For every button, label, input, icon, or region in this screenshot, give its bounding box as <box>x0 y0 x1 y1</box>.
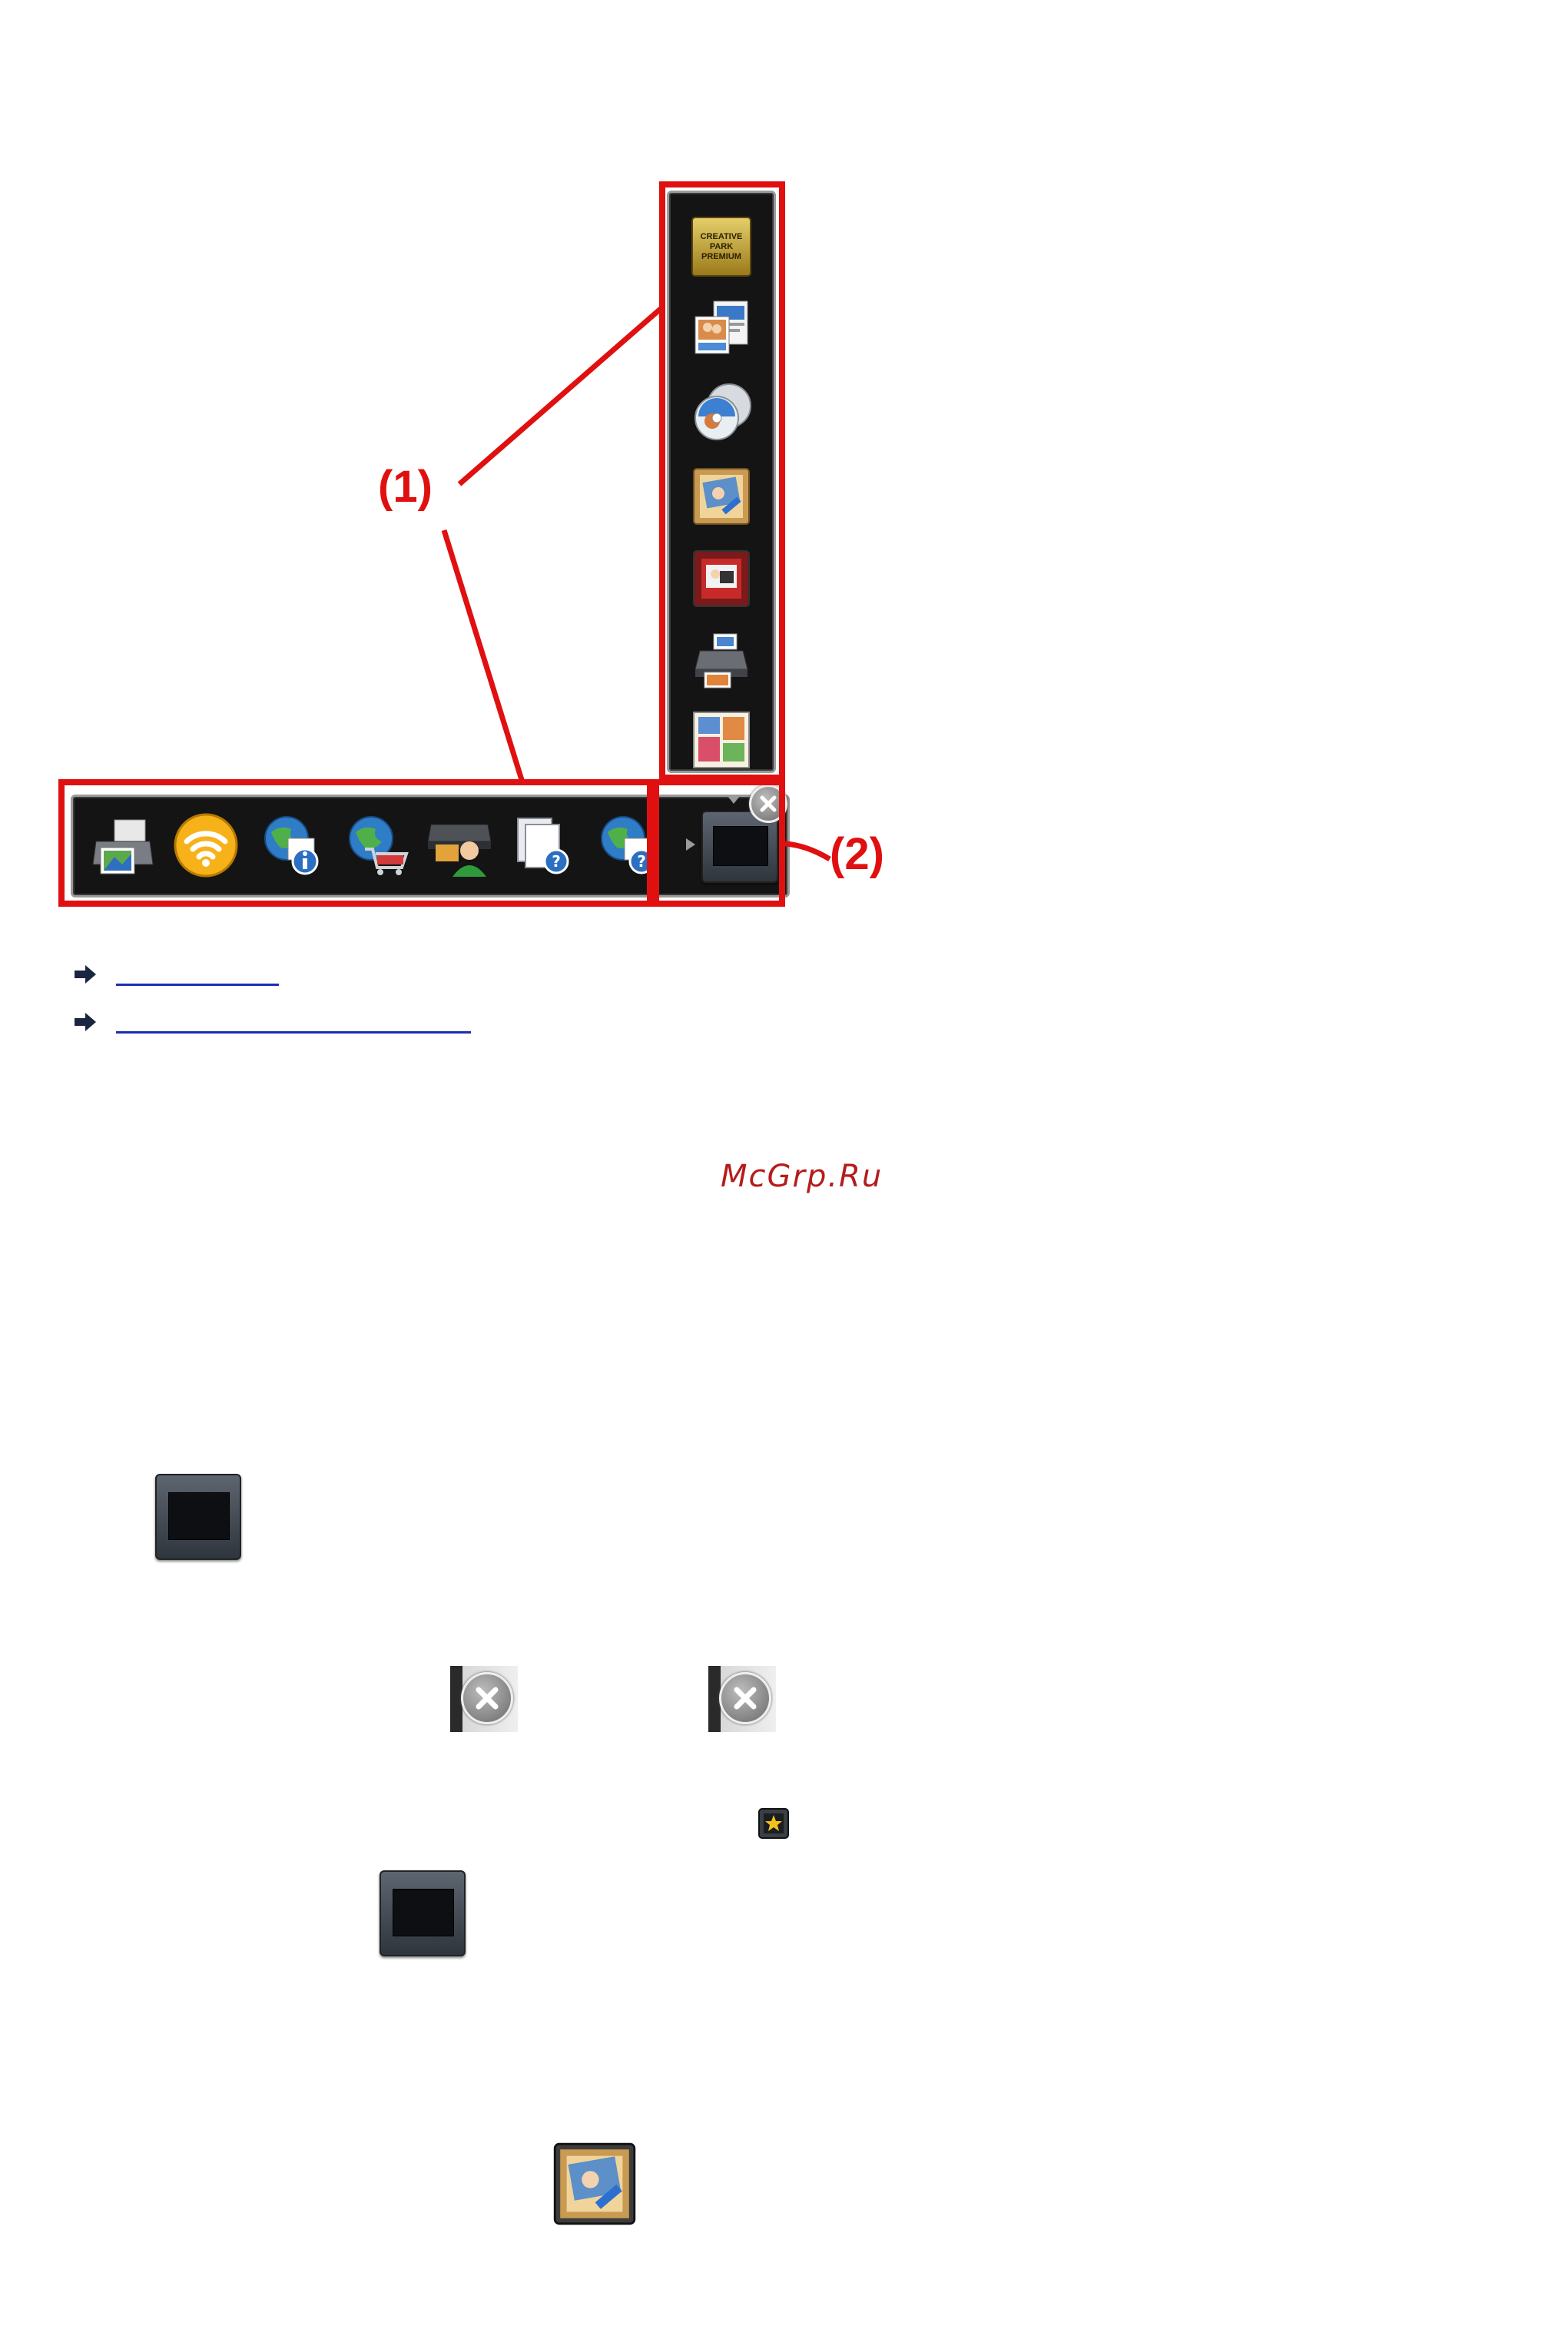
close-button-inline-1 <box>450 1666 518 1732</box>
callout-lines <box>441 305 831 862</box>
link-underline-2[interactable] <box>116 1030 471 1034</box>
close-button-inline-2 <box>708 1666 776 1732</box>
main-menu-button-inline-1 <box>155 1474 241 1560</box>
arrow-right-icon <box>75 1013 96 1031</box>
watermark: McGrp.Ru <box>721 1159 883 1194</box>
close-icon <box>461 1672 513 1724</box>
link-underline-1[interactable] <box>116 983 279 986</box>
menu-screen-graphic <box>393 1888 454 1937</box>
callout-label-2: (2) <box>830 829 884 879</box>
callout-label-1: (1) <box>378 462 433 512</box>
link-row-1[interactable] <box>73 957 279 991</box>
close-icon <box>719 1672 771 1724</box>
favorite-star-icon <box>757 1807 790 1840</box>
photo-edit-icon-inline <box>552 2141 638 2227</box>
main-menu-button-inline-2 <box>380 1870 466 1956</box>
arrow-right-icon <box>75 965 96 984</box>
link-row-2[interactable] <box>73 1005 471 1039</box>
launcher-figure: CREATIVE PARK PREMIUM ? ? (1) (2) <box>0 0 922 922</box>
menu-screen-graphic <box>168 1491 230 1541</box>
